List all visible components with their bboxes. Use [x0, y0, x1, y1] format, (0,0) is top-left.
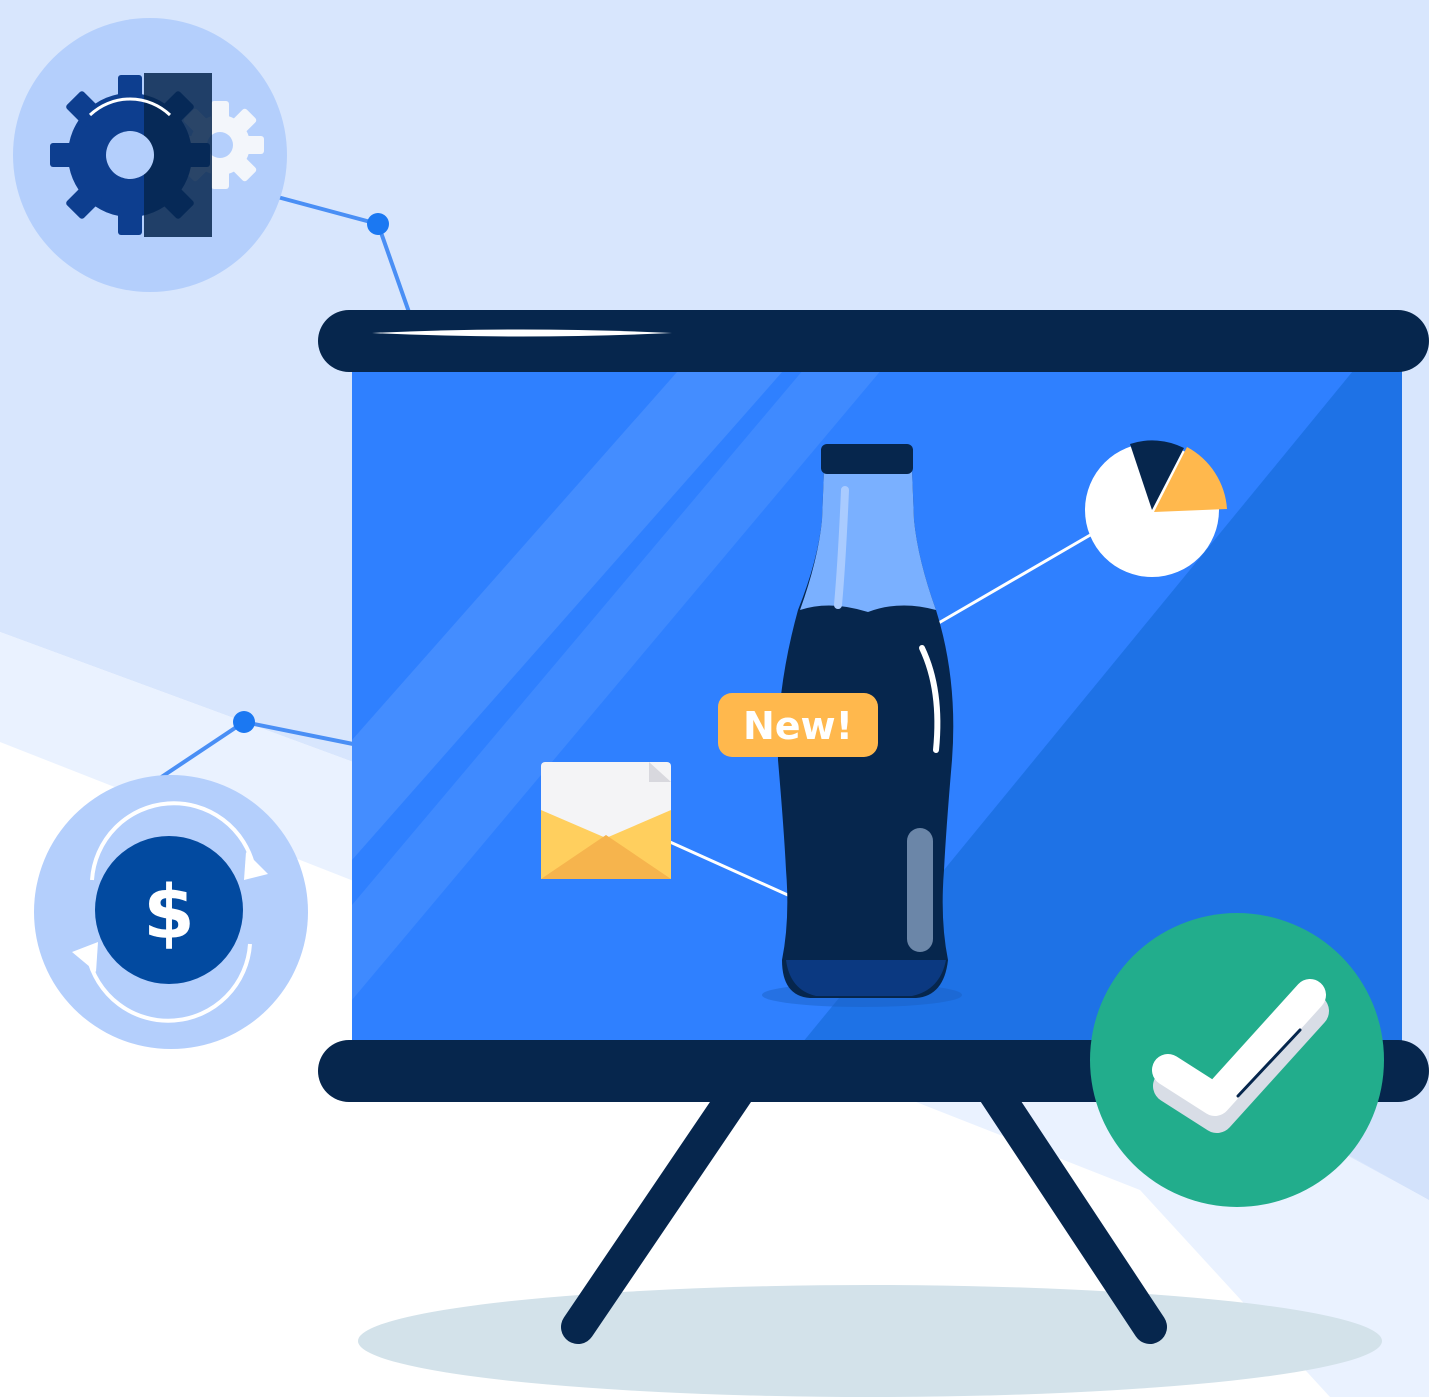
dollar-exchange-icon: $: [34, 775, 308, 1049]
check-icon: [1090, 913, 1384, 1207]
presentation-scene: $ New!: [0, 0, 1429, 1397]
connector-node-left: [233, 711, 255, 733]
floor-shadow: [358, 1285, 1382, 1397]
new-badge: New!: [718, 693, 878, 757]
dollar-symbol: $: [143, 870, 195, 956]
gears-icon: [13, 18, 287, 292]
connector-node-top: [367, 213, 389, 235]
new-badge-label: New!: [743, 704, 853, 748]
envelope-icon: [541, 762, 671, 879]
board-top-bar: [318, 310, 1429, 372]
